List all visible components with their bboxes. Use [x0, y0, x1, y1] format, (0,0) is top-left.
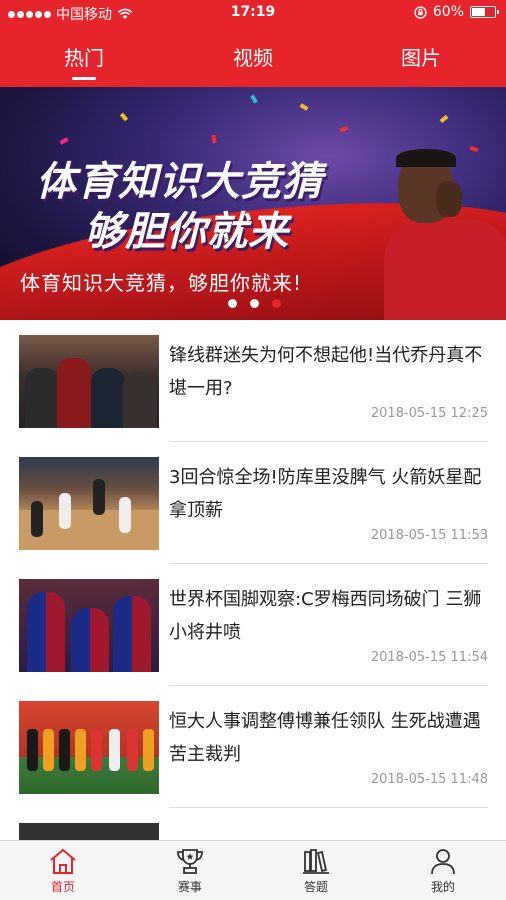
bottom-tab-bar: 首页 赛事 答题 我的 [0, 840, 506, 900]
tab-video[interactable]: 视频 [203, 42, 303, 71]
list-item[interactable]: 世界杯国脚观察:C罗梅西同场破门 三狮小将井喷 2018-05-15 11:54 [0, 564, 506, 686]
tab-home-label: 首页 [50, 880, 75, 894]
list-item[interactable]: 3回合惊全场!防库里没脾气 火箭妖星配拿顶薪 2018-05-15 11:53 [0, 442, 506, 564]
carousel-dot-active[interactable] [272, 299, 281, 308]
tab-profile-label: 我的 [430, 880, 455, 894]
news-thumbnail [19, 335, 159, 428]
list-item-partial[interactable] [0, 808, 506, 840]
banner-player-image [380, 143, 506, 320]
tab-quiz[interactable]: 答题 [276, 847, 356, 895]
tab-profile[interactable]: 我的 [403, 847, 483, 895]
books-icon [303, 849, 329, 874]
confetti [299, 103, 309, 111]
tab-home[interactable]: 首页 [23, 847, 103, 895]
top-tab-bar: 热门 视频 图片 [0, 26, 506, 87]
confetti [211, 134, 217, 144]
news-time: 2018-05-15 11:54 [370, 650, 488, 665]
news-time: 2018-05-15 11:48 [370, 772, 488, 787]
carousel-dot[interactable] [250, 299, 259, 308]
news-title: 世界杯国脚观察:C罗梅西同场破门 三狮小将井喷 [169, 589, 482, 643]
battery-percent: 60% [432, 4, 464, 20]
confetti [119, 112, 129, 122]
news-list: 锋线群迷失为何不想起他!当代乔丹真不堪一用? 2018-05-15 12:25 … [0, 320, 506, 840]
carousel-indicator [228, 299, 281, 308]
news-thumbnail [19, 823, 159, 840]
news-thumbnail [19, 457, 159, 550]
status-right: 60% [414, 4, 499, 20]
list-item[interactable]: 锋线群迷失为何不想起他!当代乔丹真不堪一用? 2018-05-15 12:25 [0, 320, 506, 442]
confetti [339, 125, 349, 133]
tab-matches[interactable]: 赛事 [150, 847, 230, 895]
banner-carousel[interactable]: 体育知识大竞猜 够胆你就来 体育知识大竞猜，够胆你就来! [0, 87, 506, 320]
list-item[interactable]: 恒大人事调整傅博兼任领队 生死战遭遇苦主裁判 2018-05-15 11:48 [0, 686, 506, 808]
battery-icon [470, 6, 499, 18]
confetti [439, 114, 449, 124]
tab-matches-label: 赛事 [177, 880, 202, 894]
orientation-lock-icon [414, 5, 427, 19]
confetti [250, 94, 258, 104]
tab-pictures[interactable]: 图片 [371, 42, 471, 71]
confetti [59, 137, 69, 145]
news-time: 2018-05-15 12:25 [370, 406, 488, 421]
banner-caption: 体育知识大竞猜，够胆你就来! [20, 271, 303, 295]
news-thumbnail [19, 579, 159, 672]
tab-quiz-label: 答题 [303, 880, 328, 894]
active-tab-indicator [72, 77, 96, 80]
news-title: 3回合惊全场!防库里没脾气 火箭妖星配拿顶薪 [169, 467, 482, 521]
banner-subheadline: 够胆你就来 [84, 209, 289, 255]
tab-hot[interactable]: 热门 [34, 42, 134, 71]
news-thumbnail [19, 701, 159, 794]
news-title: 锋线群迷失为何不想起他!当代乔丹真不堪一用? [169, 345, 483, 399]
home-icon [50, 849, 76, 874]
status-bar: 中国移动 17:19 60% [0, 0, 506, 26]
trophy-icon [177, 849, 203, 874]
news-time: 2018-05-15 11:53 [370, 528, 488, 543]
user-icon [431, 849, 455, 875]
carousel-dot[interactable] [228, 299, 237, 308]
news-title: 恒大人事调整傅博兼任领队 生死战遭遇苦主裁判 [169, 711, 481, 765]
